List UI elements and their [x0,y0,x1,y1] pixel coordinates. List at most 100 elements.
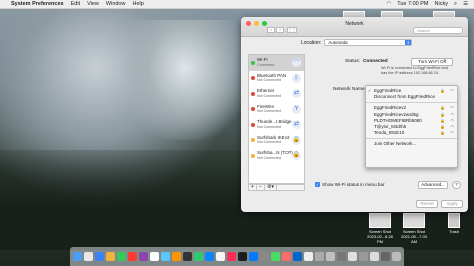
advanced-button[interactable]: Advanced... [418,181,448,189]
dock-app-icon[interactable] [270,251,281,262]
service-status: Not Connected [257,78,281,83]
dock-app-icon[interactable] [336,251,347,262]
network-name: EggFriedRicev2and5g [374,111,419,117]
service-item[interactable]: Surfshark IKEv2 Not Connected 🔒 [249,133,304,149]
screenshot-thumbnail [369,213,391,228]
service-text: Bluetooth PAN Not Connected [257,73,286,83]
show-all-grid-button[interactable]: ⋮⋮ [287,27,297,33]
service-item[interactable]: Bluetooth PAN Not Connected ᛒ [249,71,304,87]
location-label: Location: [301,39,322,46]
dock-app-icon[interactable] [303,251,314,262]
lock-icon: 🔒 [440,130,445,136]
clock[interactable]: Tue 7:00 PM [397,1,428,7]
service-list: Wi-Fi Connected ◠ Bluetooth PAN Not Connecte… [248,54,305,184]
dock-app-icon[interactable] [116,251,127,262]
dock-app-icon[interactable] [215,251,226,262]
add-service-button[interactable]: + [249,185,257,190]
location-select[interactable]: Automatic ⇕ [324,39,413,46]
remove-service-button[interactable]: − [257,185,265,190]
dock-app-icon[interactable] [391,251,402,262]
service-status: Not Connected [257,124,281,129]
service-text: Surfsha...N (TCP) Not Connected [257,151,293,160]
screenshot-thumbnail [403,213,425,228]
dock-app-icon[interactable] [149,251,160,262]
dock [69,247,405,266]
revert-button[interactable]: Revert [416,200,438,208]
service-status: Not Connected [257,140,281,145]
dock-app-icon[interactable] [94,251,105,262]
apply-button[interactable]: Apply [441,200,463,208]
service-item[interactable]: Ethernet Not Connected ⇄ [249,86,304,102]
user-menu[interactable]: Nicky [435,1,448,7]
dock-app-icon[interactable] [72,251,83,262]
service-status: Not Connected [257,109,281,114]
menu-help[interactable]: Help [132,1,143,7]
dock-app-icon[interactable] [281,251,292,262]
dock-app-icon[interactable] [347,251,358,262]
window-titlebar[interactable]: Network ‹ › ⋮⋮ Search [241,17,468,37]
show-wifi-status-label: Show Wi-Fi status in menu bar [322,182,385,187]
desktop-icon-label: Screen Shot 2021-05...7.03 AM [401,229,427,244]
service-text: Surfshark IKEv2 Not Connected [257,135,290,145]
dock-app-icon[interactable] [171,251,182,262]
menu-window[interactable]: Window [106,1,126,7]
dock-app-icon[interactable] [237,251,248,262]
dock-app-icon[interactable] [369,251,380,262]
network-name-menu: EggFriedRice 🔒 ◠ Disconnect from EggFrie… [365,85,458,168]
forward-button[interactable]: › [276,27,284,33]
service-item[interactable]: FireWire Not Connected Y [249,102,304,118]
network-name: EggFriedRicev2 [374,105,407,111]
search-icon[interactable]: ⌕ [454,1,457,8]
dock-app-icon[interactable] [193,251,204,262]
service-text: Thunde...t Bridge Not Connected [257,120,292,129]
desktop-icon-trash[interactable]: Trash [440,213,468,234]
control-center-icon[interactable]: ☰ [463,1,468,7]
location-value: Automatic [328,40,349,45]
menu-view[interactable]: View [87,1,99,7]
dock-app-icon[interactable] [160,251,171,262]
dock-app-icon[interactable] [380,251,391,262]
dock-app-icon[interactable] [259,251,270,262]
show-wifi-status-row[interactable]: ✓ Show Wi-Fi status in menu bar [315,182,385,187]
turn-wifi-off-button[interactable]: Turn Wi-Fi Off [411,58,453,66]
ethernet-icon: ⇄ [292,89,301,98]
show-wifi-status-checkbox[interactable]: ✓ [315,182,320,187]
help-button[interactable]: ? [452,181,461,189]
network-preferences-window: Network ‹ › ⋮⋮ Search Location: Automati… [241,17,468,212]
dock-app-icon[interactable] [325,251,336,262]
dock-app-icon[interactable] [248,251,259,262]
service-item[interactable]: Wi-Fi Connected ◠ [249,55,304,71]
network-name-label: Network Name [333,87,365,92]
dock-app-icon[interactable] [204,251,215,262]
dock-app-icon[interactable] [358,251,369,262]
desktop-icon-screenshot-1[interactable]: Screen Shot 2023-02...6.28 PM [366,213,394,244]
dock-app-icon[interactable] [226,251,237,262]
dock-app-icon[interactable] [292,251,303,262]
dock-app-icon[interactable] [138,251,149,262]
search-field[interactable]: Search [413,27,463,34]
disconnect-menu-item[interactable]: Disconnect from EggFriedRice [366,94,457,100]
wallpaper-mist [120,20,250,140]
desktop-icon-label: Screen Shot 2023-02...6.28 PM [367,229,393,244]
desktop-icon-screenshot-2[interactable]: Screen Shot 2021-05...7.03 AM [400,213,428,244]
dock-app-icon[interactable] [105,251,116,262]
dock-app-icon[interactable] [127,251,138,262]
join-other-network-item[interactable]: Join Other Network... [366,141,457,147]
dock-app-icon[interactable] [83,251,94,262]
thunderbolt-icon: ⇄ [292,120,301,129]
service-item[interactable]: Surfsha...N (TCP) Not Connected 🔒 [249,148,304,164]
back-button[interactable]: ‹ [267,27,275,33]
service-actions-button[interactable]: ⚙▾ [265,185,277,190]
service-item[interactable]: Thunde...t Bridge Not Connected ⇄ [249,117,304,133]
dock-app-icon[interactable] [314,251,325,262]
network-name: PLDTHOMEFIBRb5080 [374,117,422,123]
network-item[interactable]: Tenda_091E10 🔒 ◠ [366,130,457,136]
wifi-status-icon[interactable]: ◠ [386,1,391,7]
app-menu[interactable]: System Preferences [11,1,64,7]
service-text: FireWire Not Connected [257,104,281,114]
dock-app-icon[interactable] [182,251,193,262]
menu-edit[interactable]: Edit [71,1,80,7]
status-dot [251,122,255,127]
status-dot [251,60,255,65]
service-status: Not Connected [257,93,281,98]
